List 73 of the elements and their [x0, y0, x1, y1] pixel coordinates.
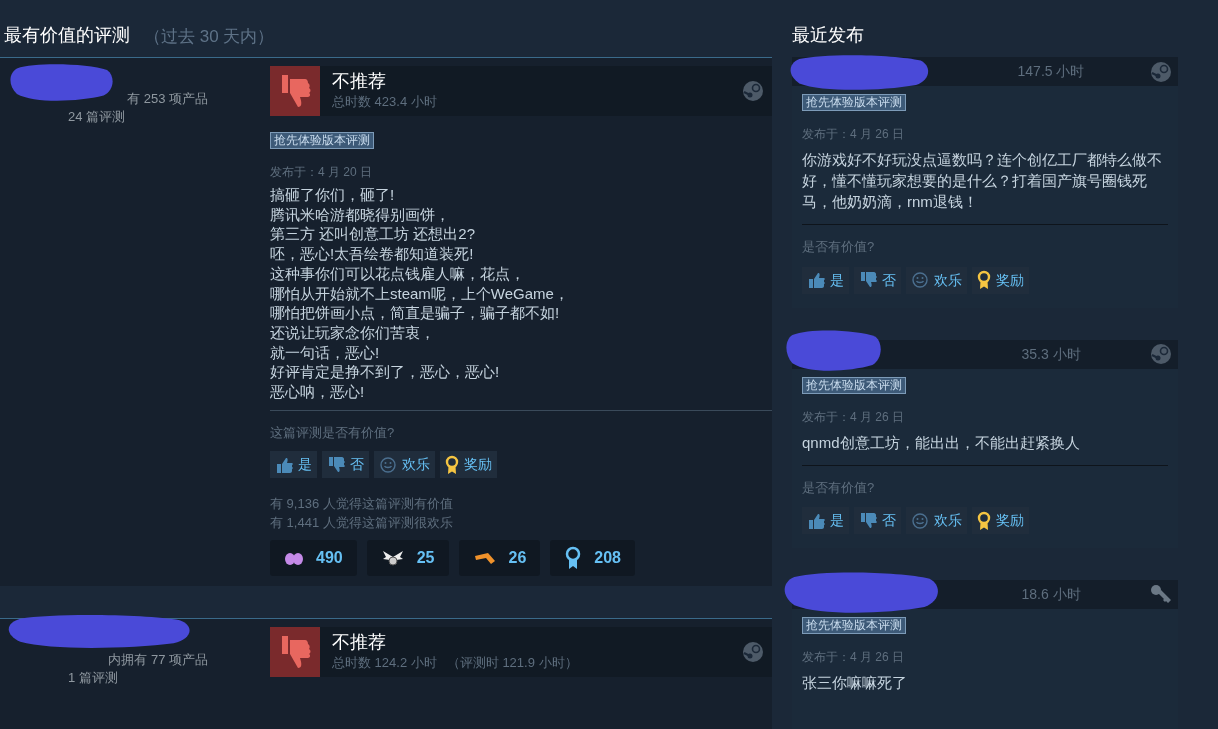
- playtime-at-review: （评测时 121.9 小时）: [446, 654, 578, 673]
- thumbs-down-icon: [327, 455, 345, 474]
- playtime-text: 总时数 423.4 小时: [332, 93, 437, 112]
- thumbs-up-icon: [807, 511, 825, 530]
- vote-button[interactable]: 欢乐: [906, 507, 967, 534]
- vote-stat: 有 1,441 人觉得这篇评测很欢乐: [270, 514, 454, 533]
- early-access-badge: 抢先体验版本评测: [802, 617, 906, 634]
- ribbon-icon: [977, 270, 991, 290]
- vote-button[interactable]: 否: [322, 451, 369, 479]
- review-text: 搞砸了你们，砸了! 腾讯米哈游都晓得别画饼， 第三方 还叫创意工坊 还想出2? 呸，恶心!太吾绘卷都知道装死! 这种事你们可以花点钱雇人嘛，花点， 哪怕从开始就不上steam呢，上个WeGame， 哪怕把饼画小点，简直是骗子，骗子都不如! 还说让玩家念你们苦衷， 就一句话，恶心! 好评肯定是挣不到了，恶心，恶心! 恶心呐，恶心!: [270, 185, 772, 411]
- review-text: 你游戏好不好玩没点逼数吗？连个创亿工厂都特么做不好，懂不懂玩家想要的是什么？打着国产旗号圈钱死马，他奶奶滴，rnm退钱！: [802, 149, 1168, 225]
- award-count: 208: [594, 548, 621, 569]
- product-count: 内拥有 77 项产品: [108, 652, 208, 668]
- playtime-text: 35.3 小时: [1021, 344, 1081, 364]
- vote-button[interactable]: 是: [802, 507, 849, 534]
- posted-date: 发布于：4 月 26 日: [802, 408, 906, 426]
- verdict-title: 不推荐: [332, 631, 387, 654]
- hearts-icon: [284, 550, 304, 567]
- smiley-icon: [911, 511, 929, 530]
- vote-button[interactable]: 是: [802, 266, 849, 294]
- section-title: 最近发布: [792, 24, 864, 47]
- winged-medal-icon: [380, 549, 405, 568]
- award-badge[interactable]: 25: [366, 540, 449, 577]
- section-subtitle: （过去 30 天内）: [144, 25, 275, 48]
- review-text: qnmd创意工坊，能出出，不能出赶紧换人: [802, 431, 1168, 466]
- boomerang-icon: [472, 550, 497, 567]
- review-text: 张三你嘛嘛死了: [802, 673, 908, 693]
- award-button[interactable]: 奖励: [440, 451, 497, 479]
- review-count: 24 篇评测: [68, 109, 126, 124]
- thumbs-up-icon: [275, 455, 293, 474]
- product-count: 有 253 项产品: [127, 91, 208, 106]
- section-title: 最有价值的评测: [4, 24, 130, 47]
- helpful-question: 是否有价值?: [802, 478, 876, 497]
- helpful-question: 这篇评测是否有价值?: [270, 423, 396, 442]
- helpful-question: 是否有价值?: [802, 238, 876, 256]
- posted-date: 发布于：4 月 26 日: [802, 649, 906, 666]
- verdict-title: 不推荐: [332, 70, 387, 93]
- award-badge[interactable]: 26: [458, 540, 541, 577]
- playtime-text: 18.6 小时: [1021, 585, 1081, 604]
- vote-button[interactable]: 是: [270, 451, 317, 479]
- thumbs-down-icon: [859, 271, 877, 289]
- thumbs-down-icon: [859, 511, 877, 530]
- early-access-badge: 抢先体验版本评测: [270, 132, 374, 149]
- steam-icon: [1150, 60, 1172, 83]
- steam-icon: [742, 641, 764, 664]
- award-button[interactable]: 奖励: [972, 507, 1029, 534]
- smiley-icon: [911, 271, 929, 289]
- award-badge[interactable]: 490: [270, 540, 357, 577]
- review-count: 1 篇评测: [68, 670, 118, 686]
- key-icon: [1150, 583, 1172, 606]
- ribbon-icon: [445, 454, 459, 475]
- vote-button[interactable]: 欢乐: [374, 451, 435, 479]
- posted-date: 发布于：4 月 26 日: [802, 126, 906, 143]
- ribbon-icon: [977, 510, 991, 531]
- vote-button[interactable]: 否: [854, 266, 901, 294]
- early-access-badge: 抢先体验版本评测: [802, 376, 906, 394]
- award-count: 25: [416, 548, 435, 569]
- steam-icon: [742, 80, 764, 102]
- playtime-text: 147.5 小时: [1017, 62, 1085, 81]
- award-badge[interactable]: 208: [550, 540, 635, 577]
- vote-button[interactable]: 欢乐: [906, 266, 967, 294]
- thumbs-up-icon: [807, 271, 825, 289]
- vote-button[interactable]: 否: [854, 507, 901, 534]
- steam-icon: [1150, 343, 1172, 365]
- posted-date: 发布于：4 月 20 日: [270, 164, 374, 181]
- award-count: 490: [316, 548, 343, 569]
- vote-stat: 有 9,136 人觉得这篇评测有价值: [270, 495, 454, 514]
- smiley-icon: [379, 455, 397, 474]
- playtime-text: 总时数 124.2 小时: [332, 654, 437, 673]
- award-button[interactable]: 奖励: [972, 266, 1029, 294]
- early-access-badge: 抢先体验版本评测: [802, 94, 906, 111]
- ribbon-icon: [564, 546, 583, 571]
- award-count: 26: [508, 548, 527, 569]
